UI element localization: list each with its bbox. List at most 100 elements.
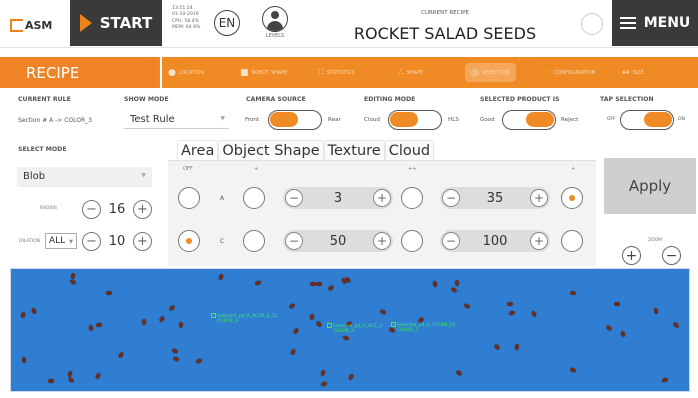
dilation-select[interactable]: ALL ▼ (45, 233, 77, 249)
row-a-max-stepper[interactable]: − 35 + (440, 187, 550, 209)
seed-particle (117, 351, 125, 359)
status-indicator (581, 13, 603, 35)
seed-particle (70, 272, 76, 280)
tool-label: SELECTION (481, 69, 510, 76)
tool-size[interactable]: ↔ SIZE (622, 57, 644, 88)
tab-cloud[interactable]: Cloud (384, 140, 435, 160)
minus-icon[interactable]: − (442, 189, 460, 207)
radius-label: RADIUS (40, 206, 57, 211)
seed-particle (171, 347, 179, 355)
seed-particle (158, 315, 166, 323)
seed-particle (672, 321, 680, 329)
tool-configuration[interactable]: · CONFIGURATION (548, 57, 595, 88)
editing-mode-label: EDITING MODE (364, 96, 416, 103)
row-a-min-radio[interactable] (243, 187, 265, 209)
menu-label: MENU (643, 15, 691, 31)
minus-icon[interactable]: − (442, 232, 460, 250)
camera-view[interactable]: Selected_pd_A_ACAR_2_11 COLOR_3 Selected… (10, 268, 690, 392)
language-button[interactable]: EN (214, 10, 240, 36)
plus-icon[interactable]: + (133, 199, 152, 219)
tool-statistics[interactable]: ∷ STATISTICS (318, 57, 355, 88)
seed-particle (342, 335, 350, 341)
radius-stepper[interactable]: − 16 + (82, 199, 152, 219)
dilation-stepper[interactable]: − 10 + (82, 231, 152, 251)
user-icon (262, 6, 288, 32)
show-mode-label: SHOW MODE (124, 96, 169, 103)
camera-source-toggle[interactable] (268, 110, 322, 130)
row-a-min-stepper[interactable]: − 3 + (283, 187, 393, 209)
seed-particle (569, 290, 577, 296)
seed-particle (95, 322, 103, 328)
zoom-in-button[interactable]: + (622, 246, 641, 265)
row-a-off-radio[interactable] (178, 187, 200, 209)
minus-icon[interactable]: − (82, 199, 101, 219)
pin-icon: ● (168, 67, 176, 78)
tool-label: ROBOT SHAPE (251, 69, 288, 76)
row-letter: A (220, 195, 225, 202)
dilation-select-value: ALL (49, 236, 66, 246)
plus-icon[interactable]: + (530, 232, 548, 250)
row-c-max-radio[interactable] (561, 230, 583, 252)
editing-mode-toggle[interactable] (388, 110, 442, 130)
seed-particle (178, 321, 184, 329)
tool-label: STATISTICS (326, 69, 355, 76)
row-c-max-stepper[interactable]: − 100 + (440, 230, 550, 252)
tab-area[interactable]: Area (177, 140, 219, 160)
tool-selection[interactable]: ◎ SELECTION (465, 63, 516, 82)
detection-text: COLOR_3 (397, 328, 418, 333)
plus-icon[interactable]: + (133, 231, 152, 251)
chevron-down-icon: ▼ (141, 172, 146, 179)
camera-source-front-label: Front (245, 117, 260, 123)
tab-texture[interactable]: Texture (323, 140, 385, 160)
row-c-mid-radio[interactable] (401, 230, 423, 252)
seed-particle (506, 301, 514, 307)
menu-button[interactable]: MENU (612, 0, 698, 46)
show-mode-select[interactable]: Test Rule ▼ (124, 111, 229, 129)
toggle-knob (270, 112, 298, 127)
plus-icon[interactable]: + (373, 189, 391, 207)
minus-icon[interactable]: − (285, 232, 303, 250)
hamburger-icon (619, 17, 636, 29)
start-button[interactable]: START (70, 0, 162, 46)
seed-particle (388, 326, 396, 334)
recipe-toolbar: RECIPE ● LOCATION ■ ROBOT SHAPE ∷ STATIS… (0, 57, 698, 88)
plus-icon[interactable]: + (530, 189, 548, 207)
row-c-min-radio[interactable] (243, 230, 265, 252)
row-c-off-radio[interactable] (178, 230, 200, 252)
recipe-title: RECIPE (0, 57, 157, 88)
seed-particle (172, 355, 180, 363)
selected-product-reject-label: Reject (561, 117, 579, 123)
row-a-mid-radio[interactable] (401, 187, 423, 209)
tab-object-shape[interactable]: Object Shape (218, 140, 324, 160)
selected-product-toggle[interactable] (502, 110, 556, 130)
tool-robot-shape[interactable]: ■ ROBOT SHAPE (240, 57, 287, 88)
apply-button[interactable]: Apply (604, 158, 696, 214)
plus-icon[interactable]: + (373, 232, 391, 250)
minus-icon[interactable]: − (82, 231, 101, 251)
seed-particle (613, 301, 621, 307)
seed-particle (292, 327, 300, 335)
row-a-max-radio[interactable] (561, 187, 583, 209)
select-mode-dropdown[interactable]: Blob ▼ (17, 167, 152, 187)
detection-marker (391, 322, 396, 327)
seed-particle (288, 302, 296, 310)
minus-icon[interactable]: − (285, 189, 303, 207)
seed-particle (320, 381, 328, 387)
tool-shape[interactable]: ∴ SHAPE (398, 57, 423, 88)
dilation-label: DILATION (19, 239, 41, 244)
shape-icon: ∴ (398, 67, 404, 78)
column-label-plus: + (254, 166, 259, 172)
levels-button[interactable]: LEVELS (258, 6, 292, 46)
row-c-min-stepper[interactable]: − 50 + (283, 230, 393, 252)
seed-particle (605, 324, 613, 332)
seed-particle (432, 280, 438, 288)
detection-label: Selected_pd_A_1PCAN_15 COLOR_3 (397, 323, 455, 333)
zoom-out-button[interactable]: − (662, 246, 681, 265)
tool-location[interactable]: ● LOCATION (168, 57, 204, 88)
tap-selection-toggle[interactable] (620, 110, 674, 130)
detection-text: COLOR_3 (333, 329, 354, 334)
tap-selection-label: TAP SELECTION (600, 96, 654, 103)
seed-particle (508, 310, 516, 316)
chevron-down-icon: ▼ (220, 115, 225, 122)
seed-particle (69, 278, 77, 286)
